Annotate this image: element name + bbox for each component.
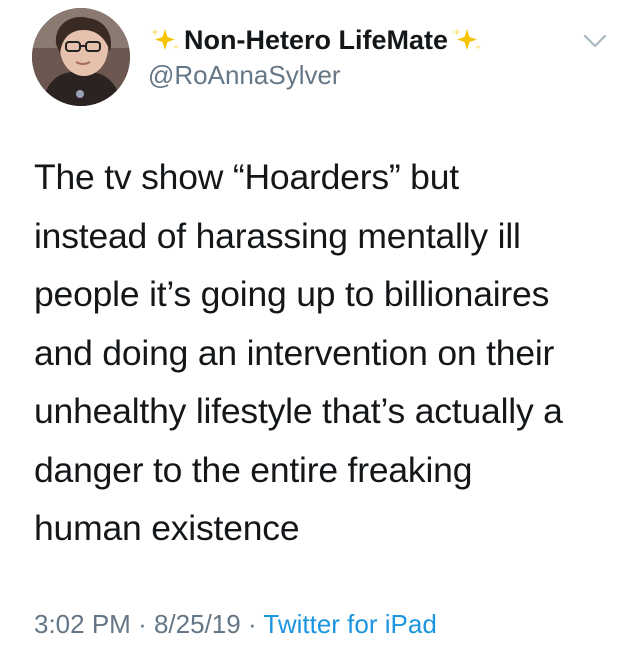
tweet-header: Non-Hetero LifeMate @RoAnnaSylver — [148, 22, 580, 91]
avatar[interactable] — [32, 8, 130, 106]
tweet-card: Non-Hetero LifeMate @RoAnnaSylver The tv… — [0, 0, 640, 659]
chevron-down-icon[interactable] — [582, 32, 608, 50]
meta-separator: · — [138, 609, 147, 639]
meta-separator: · — [247, 609, 257, 639]
tweet-source-link[interactable]: Twitter for iPad — [263, 609, 436, 639]
tweet-time[interactable]: 3:02 PM — [34, 609, 131, 639]
sparkles-icon — [450, 26, 484, 54]
display-name[interactable]: Non-Hetero LifeMate — [184, 25, 448, 56]
sparkles-icon — [148, 26, 182, 54]
name-row[interactable]: Non-Hetero LifeMate — [148, 22, 580, 58]
tweet-text: The tv show “Hoarders” but instead of ha… — [34, 157, 563, 548]
user-handle[interactable]: @RoAnnaSylver — [148, 60, 580, 91]
tweet-meta: 3:02 PM · 8/25/19 · Twitter for iPad — [34, 609, 437, 640]
profile-photo — [32, 8, 130, 106]
tweet-date[interactable]: 8/25/19 — [154, 609, 241, 639]
